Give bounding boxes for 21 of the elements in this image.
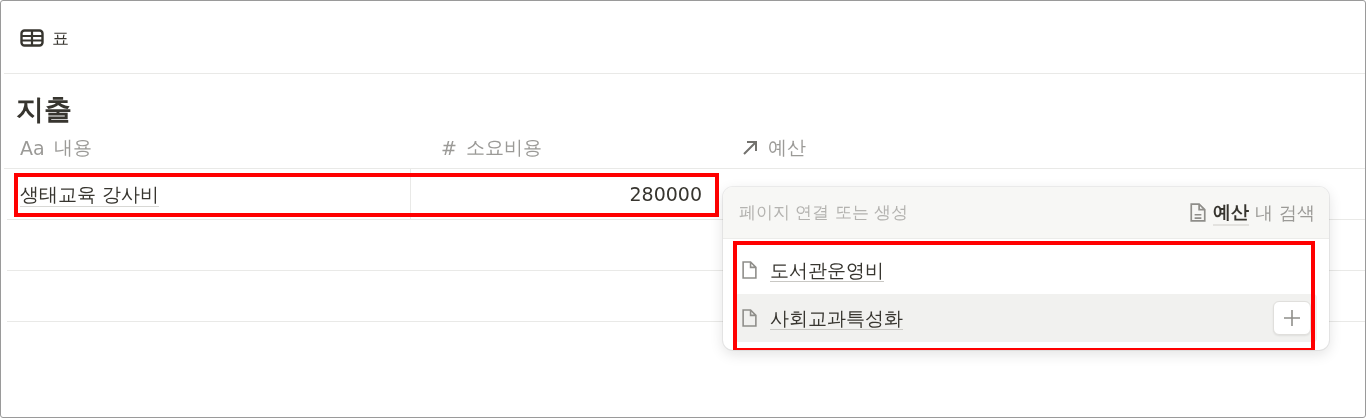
column-header[interactable]: # 소요비용: [424, 135, 719, 161]
database-name: 예산: [1213, 199, 1250, 226]
page-icon: [741, 260, 758, 280]
document-icon: [1189, 202, 1208, 223]
plus-icon: [1282, 308, 1302, 328]
column-header[interactable]: Aa 내용: [20, 135, 424, 161]
view-tab[interactable]: 표: [52, 26, 69, 50]
page-option[interactable]: 도서관운영비: [735, 246, 1317, 294]
table-cell: 280000: [629, 183, 702, 205]
page-title: 도서관운영비: [770, 259, 884, 282]
page-option[interactable]: 사회교과특성화: [735, 294, 1317, 342]
column-header[interactable]: 예산: [719, 135, 1365, 161]
table-cell: 생태교육 강사비: [20, 181, 160, 207]
page-icon: [741, 308, 758, 328]
add-button[interactable]: [1273, 301, 1311, 335]
table-icon: [20, 29, 44, 47]
search-placeholder[interactable]: 페이지 연결 또는 생성: [739, 201, 1190, 224]
arrow-icon: [741, 139, 759, 157]
page-title: 지출: [15, 92, 73, 128]
page-title: 사회교과특성화: [770, 307, 903, 330]
scope-label: 내 검색: [1255, 200, 1315, 225]
